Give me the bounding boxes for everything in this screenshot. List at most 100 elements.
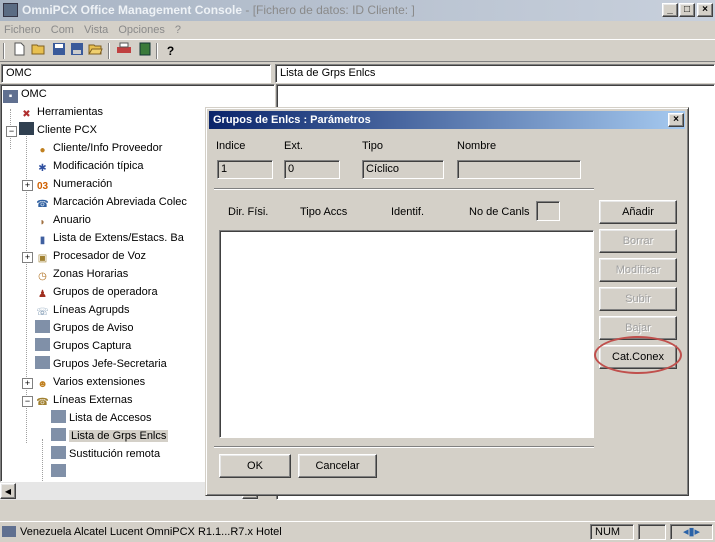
tree-item-label: Sustitución remota (69, 448, 161, 460)
list-icon (51, 428, 66, 441)
view-path-field: Lista de Grps Enlcs (275, 64, 715, 83)
tree-item-numeracion[interactable]: 03 Numeración (35, 175, 112, 193)
list-icon (51, 446, 66, 459)
ok-button[interactable]: OK (219, 454, 291, 478)
tree-item-label: Numeración (53, 178, 113, 190)
canls-count-field[interactable] (536, 201, 560, 221)
ext-field[interactable]: 0 (284, 160, 340, 179)
tree-item-grupos-captura[interactable]: Grupos Captura (35, 337, 131, 355)
print-icon[interactable] (114, 42, 133, 60)
tree-item-cliente-info[interactable]: ● Cliente/Info Proveedor (35, 139, 162, 157)
tree-item-grupos-operadora[interactable]: ♟ Grupos de operadora (35, 283, 158, 301)
column-tipo-accs: Tipo Accs (300, 206, 348, 218)
book-icon[interactable] (135, 42, 154, 60)
expand-varios-icon[interactable]: + (22, 378, 33, 389)
expand-numeracion-icon[interactable]: + (22, 180, 33, 191)
tree-item-lista-accesos[interactable]: Lista de Accesos (51, 409, 152, 427)
list-icon (51, 464, 66, 477)
list-icon (35, 320, 50, 333)
indice-field[interactable]: 1 (217, 160, 273, 179)
help-icon[interactable]: ? (161, 42, 180, 60)
modify-button[interactable]: Modificar (599, 258, 677, 282)
tree-item-sustitucion[interactable]: Sustitución remota (51, 445, 160, 463)
tree-item-lista-extens[interactable]: ▮ Lista de Extens/Estacs. Ba (35, 229, 184, 247)
tree-item-grupos-jefe[interactable]: Grupos Jefe-Secretaria (35, 355, 167, 373)
tree-item-varios[interactable]: ☻ Varios extensiones (35, 373, 145, 391)
save-icon[interactable] (49, 42, 68, 60)
pcx-icon (19, 122, 34, 135)
tree-item-zonas[interactable]: ◷ Zonas Horarias (35, 265, 128, 283)
maximize-button[interactable]: □ (679, 3, 695, 17)
tree-item-modificacion[interactable]: ✱ Modificación típica (35, 157, 144, 175)
operator-icon: ♟ (38, 289, 47, 300)
tree-item-label: Grupos de operadora (53, 286, 158, 298)
open-folder-icon[interactable] (29, 42, 48, 60)
cancel-button[interactable]: Cancelar (298, 454, 377, 478)
tree-item-omc[interactable]: ▪ OMC (3, 85, 47, 103)
tree-item-label: Lista de Extens/Estacs. Ba (53, 232, 184, 244)
tree-item-label: Anuario (53, 214, 91, 226)
menu-vista[interactable]: Vista (84, 24, 108, 36)
extension-icon: ▮ (39, 235, 46, 246)
column-no-canls: No de Canls (469, 206, 530, 218)
toolbar-separator (108, 43, 110, 59)
separator (214, 188, 594, 190)
app-icon (3, 3, 18, 17)
expand-procesador-icon[interactable]: + (22, 252, 33, 263)
connection-icon: ◂▮▸ (670, 524, 713, 540)
indice-label: Indice (216, 140, 246, 152)
status-text: Venezuela Alcatel Lucent OmniPCX R1.1...… (20, 526, 282, 538)
add-button[interactable]: Añadir (599, 200, 677, 224)
nombre-field[interactable] (457, 160, 581, 179)
numbering-icon: 03 (36, 181, 49, 192)
tree-item-label: Cliente/Info Proveedor (53, 142, 163, 154)
minimize-button[interactable]: _ (662, 3, 678, 17)
move-up-button[interactable]: Subir (599, 287, 677, 311)
tree-item-label: OMC (21, 88, 47, 100)
save-all-icon[interactable] (67, 42, 86, 60)
ext-label: Ext. (284, 140, 303, 152)
num-lock-indicator: NUM (590, 524, 634, 540)
tree-item-grupos-aviso[interactable]: Grupos de Aviso (35, 319, 134, 337)
window-title-detail: - [Fichero de datos: ID Cliente: ] (242, 3, 415, 17)
menu-help[interactable]: ? (175, 24, 181, 36)
tipo-field[interactable]: Cíclico (362, 160, 444, 179)
scroll-left-arrow[interactable]: ◀ (0, 483, 16, 499)
tree-item-lista-grps-enlcs[interactable]: Lista de Grps Enlcs (51, 427, 169, 445)
list-icon (35, 356, 50, 369)
tree-item-marcacion[interactable]: ☎ Marcación Abreviada Colec (35, 193, 187, 211)
highlight-oval (594, 336, 682, 374)
tree-item-lineas-agrupds[interactable]: ☏ Líneas Agrupds (35, 301, 129, 319)
directory-icon: ◗ (39, 217, 46, 228)
tree-item-label: Cliente PCX (37, 124, 97, 136)
tree-item-partial (51, 463, 69, 481)
menu-com[interactable]: Com (51, 24, 74, 36)
tree-item-herramientas[interactable]: ✖ Herramientas (19, 103, 103, 121)
dialog-close-button[interactable]: × (668, 113, 684, 127)
new-file-icon[interactable] (9, 42, 28, 60)
delete-button[interactable]: Borrar (599, 229, 677, 253)
trunk-list[interactable] (219, 230, 594, 438)
open-folder-2-icon[interactable] (86, 42, 105, 60)
external-lines-icon: ☎ (36, 397, 49, 408)
tree-item-anuario[interactable]: ◗ Anuario (35, 211, 91, 229)
collapse-lineas-externas-icon[interactable]: − (22, 396, 33, 407)
column-dir-fisi: Dir. Físi. (228, 206, 269, 218)
tree-item-label: Modificación típica (53, 160, 144, 172)
status-panel (638, 524, 666, 540)
wizard-icon: ✱ (38, 163, 47, 174)
tree-item-label: Varios extensiones (53, 376, 146, 388)
menu-opciones[interactable]: Opciones (118, 24, 164, 36)
tree-item-label: Líneas Agrupds (53, 304, 130, 316)
tree-item-label: Zonas Horarias (53, 268, 129, 280)
phone-group-icon: ☏ (36, 307, 49, 318)
close-button[interactable]: × (697, 3, 713, 17)
users-icon: ☻ (37, 379, 48, 390)
collapse-cliente-pcx-icon[interactable]: − (6, 126, 17, 137)
menu-fichero[interactable]: Fichero (4, 24, 41, 36)
dialog-title: Grupos de Enlcs : Parámetros (209, 111, 685, 129)
tree-item-cliente-pcx[interactable]: Cliente PCX (19, 121, 97, 139)
tree-item-procesador-voz[interactable]: ▣ Procesador de Voz (35, 247, 146, 265)
tree-item-lineas-externas[interactable]: ☎ Líneas Externas (35, 391, 132, 409)
clock-icon: ◷ (38, 271, 47, 282)
